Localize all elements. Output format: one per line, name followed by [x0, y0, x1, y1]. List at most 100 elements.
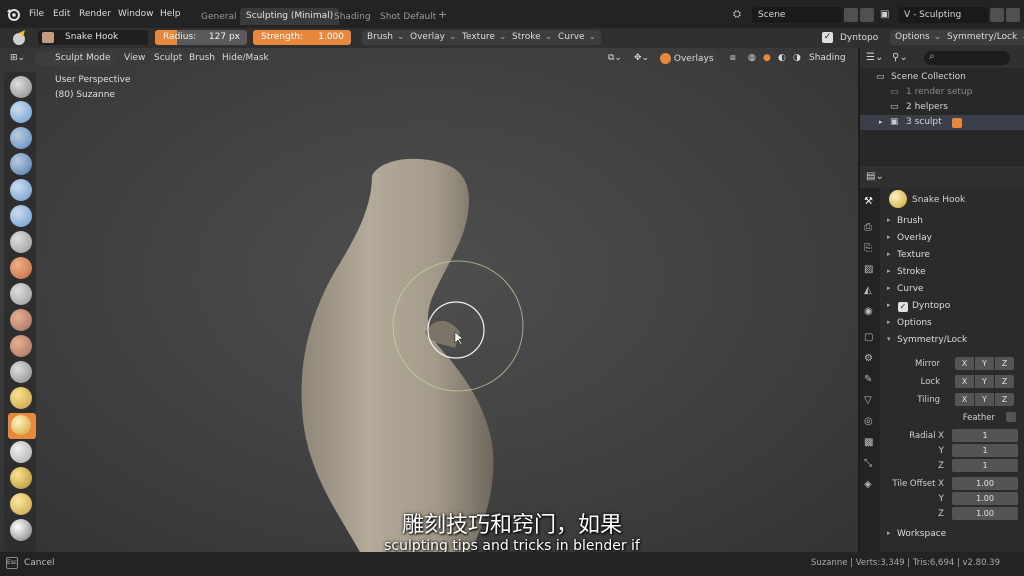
outliner-item-render-setup[interactable]: ▭ 1 render setup	[860, 85, 1024, 100]
rendered-shading-icon[interactable]: ◑	[789, 51, 805, 66]
filter-icon[interactable]: ⚲⌄	[892, 52, 908, 63]
feather-checkbox[interactable]	[1006, 412, 1016, 422]
modifier-tab-icon[interactable]: ⚙	[864, 353, 876, 365]
tile-offset-y-field[interactable]: 1.00	[952, 492, 1018, 505]
curve-dropdown[interactable]: Curve	[553, 30, 602, 45]
expand-arrow-icon[interactable]: ▸	[879, 118, 883, 126]
radial-z-field[interactable]: 1	[952, 459, 1018, 472]
properties-editor-icon[interactable]: ▤⌄	[866, 171, 884, 182]
scene-name-field[interactable]: Scene	[752, 7, 842, 23]
panel-texture[interactable]: ▸ Texture	[884, 249, 1020, 264]
blob-tool-icon[interactable]	[10, 231, 32, 253]
outliner-item-scene-collection[interactable]: ▭ Scene Collection	[860, 70, 1024, 85]
radial-y-field[interactable]: 1	[952, 444, 1018, 457]
panel-overlay[interactable]: ▸ Overlay	[884, 232, 1020, 247]
layer-tool-icon[interactable]	[10, 179, 32, 201]
constraints-tab-icon[interactable]: ◎	[864, 416, 876, 428]
transform-orientation-icon[interactable]: ⧉⌄	[604, 51, 626, 66]
strength-slider[interactable]: Strength: 1.000	[253, 30, 351, 45]
dyntopo-panel-checkbox[interactable]: ✓	[898, 302, 908, 312]
menu-help[interactable]: Help	[160, 9, 181, 19]
panel-curve[interactable]: ▸ Curve	[884, 283, 1020, 298]
crease-tool-icon[interactable]	[10, 257, 32, 279]
radius-slider[interactable]: Radius: 127 px	[155, 30, 247, 45]
new-scene-icon[interactable]	[844, 8, 858, 22]
tool-tab-icon[interactable]: ⚒	[864, 196, 876, 208]
tab-shading[interactable]: Shading	[328, 9, 377, 26]
overlay-dropdown[interactable]: Overlay	[405, 30, 462, 45]
texture-dropdown[interactable]: Texture	[457, 30, 512, 45]
outliner-search-input[interactable]: ⌕	[924, 51, 1010, 65]
tile-offset-x-field[interactable]: 1.00	[952, 477, 1018, 490]
panel-stroke[interactable]: ▸ Stroke	[884, 266, 1020, 281]
overlays-dropdown[interactable]: Overlays	[656, 51, 718, 66]
fill-tool-icon[interactable]	[10, 335, 32, 357]
clay-tool-icon[interactable]	[10, 127, 32, 149]
editor-type-icon[interactable]: ⊞⌄	[6, 51, 29, 66]
world-tab-icon[interactable]: ◉	[864, 306, 876, 318]
brush-menu[interactable]: Brush	[185, 51, 219, 66]
xray-toggle-icon[interactable]: ⧈	[726, 51, 740, 66]
grab-tool-icon[interactable]	[10, 441, 32, 463]
object-tab-icon[interactable]: ▢	[864, 332, 876, 344]
3d-viewport[interactable]	[0, 48, 858, 552]
dyntopo-checkbox[interactable]: ✓	[822, 32, 833, 43]
view-menu[interactable]: View	[120, 51, 149, 66]
outliner-item-helpers[interactable]: ▭ 2 helpers	[860, 100, 1024, 115]
options-dropdown[interactable]: Options	[890, 30, 947, 45]
dyntopo-label[interactable]: Dyntopo	[840, 33, 878, 43]
draw-tool-icon[interactable]	[10, 76, 32, 98]
tiling-x-toggle[interactable]: X	[955, 393, 974, 406]
blender-logo-icon[interactable]	[6, 7, 20, 21]
tab-general[interactable]: General	[195, 9, 242, 26]
panel-options[interactable]: ▸ Options	[884, 317, 1020, 332]
brush-dropdown[interactable]: Brush	[362, 30, 410, 45]
output-tab-icon[interactable]: ⎘	[864, 243, 876, 255]
view-layer-tab-icon[interactable]: ▨	[864, 264, 876, 276]
scene-icon[interactable]: ⛭	[733, 9, 741, 20]
scene-tab-icon[interactable]: ◭	[864, 285, 876, 297]
inflate-tool-icon[interactable]	[10, 205, 32, 227]
mode-selector[interactable]: Sculpt Mode	[35, 51, 115, 66]
snake-hook-tool-icon[interactable]	[11, 415, 31, 435]
brush-selector[interactable]: Snake Hook	[38, 30, 148, 45]
shading-dropdown[interactable]: Shading	[805, 51, 850, 66]
gizmo-toggle-icon[interactable]: ✥⌄	[630, 51, 653, 66]
particles-tab-icon[interactable]: ✎	[864, 374, 876, 386]
lock-y-toggle[interactable]: Y	[975, 375, 994, 388]
menu-render[interactable]: Render	[79, 9, 111, 19]
menu-file[interactable]: File	[29, 9, 44, 19]
lock-x-toggle[interactable]: X	[955, 375, 974, 388]
menu-edit[interactable]: Edit	[53, 9, 70, 19]
panel-dyntopo[interactable]: ▸ ✓ Dyntopo	[884, 300, 1020, 315]
material-shading-icon[interactable]: ◐	[774, 51, 790, 66]
lock-z-toggle[interactable]: Z	[995, 375, 1014, 388]
mirror-z-toggle[interactable]: Z	[995, 357, 1014, 370]
flatten-tool-icon[interactable]	[10, 309, 32, 331]
outliner-item-sculpt[interactable]: ▸ ▣ 3 sculpt	[860, 115, 1024, 130]
view-layer-icon[interactable]: ▣	[880, 9, 889, 20]
stroke-dropdown[interactable]: Stroke	[507, 30, 558, 45]
menu-window[interactable]: Window	[118, 9, 154, 19]
pinch-tool-icon[interactable]	[10, 387, 32, 409]
view-layer-field[interactable]: V - Sculpting	[898, 7, 988, 23]
data-tab-icon[interactable]: ▩	[864, 437, 876, 449]
draw-sharp-tool-icon[interactable]	[10, 101, 32, 123]
add-workspace-button[interactable]: +	[432, 5, 453, 22]
outliner-editor-icon[interactable]: ☰⌄	[866, 52, 883, 63]
tiling-z-toggle[interactable]: Z	[995, 393, 1014, 406]
snake-hook-brush-icon[interactable]	[10, 29, 28, 47]
delete-scene-icon[interactable]	[860, 8, 874, 22]
texture-tab-icon[interactable]: ◈	[864, 479, 876, 491]
panel-brush[interactable]: ▸ Brush	[884, 215, 1020, 230]
radial-x-field[interactable]: 1	[952, 429, 1018, 442]
thumb-tool-icon[interactable]	[10, 467, 32, 489]
wireframe-shading-icon[interactable]: ◍	[744, 51, 760, 66]
smooth-tool-icon[interactable]	[10, 283, 32, 305]
hide-mask-menu[interactable]: Hide/Mask	[218, 51, 273, 66]
mirror-y-toggle[interactable]: Y	[975, 357, 994, 370]
solid-shading-icon[interactable]: ●	[759, 51, 775, 66]
physics-tab-icon[interactable]: ▽	[864, 395, 876, 407]
tiling-y-toggle[interactable]: Y	[975, 393, 994, 406]
tab-sculpting-minimal[interactable]: Sculpting (Minimal)	[240, 8, 340, 25]
